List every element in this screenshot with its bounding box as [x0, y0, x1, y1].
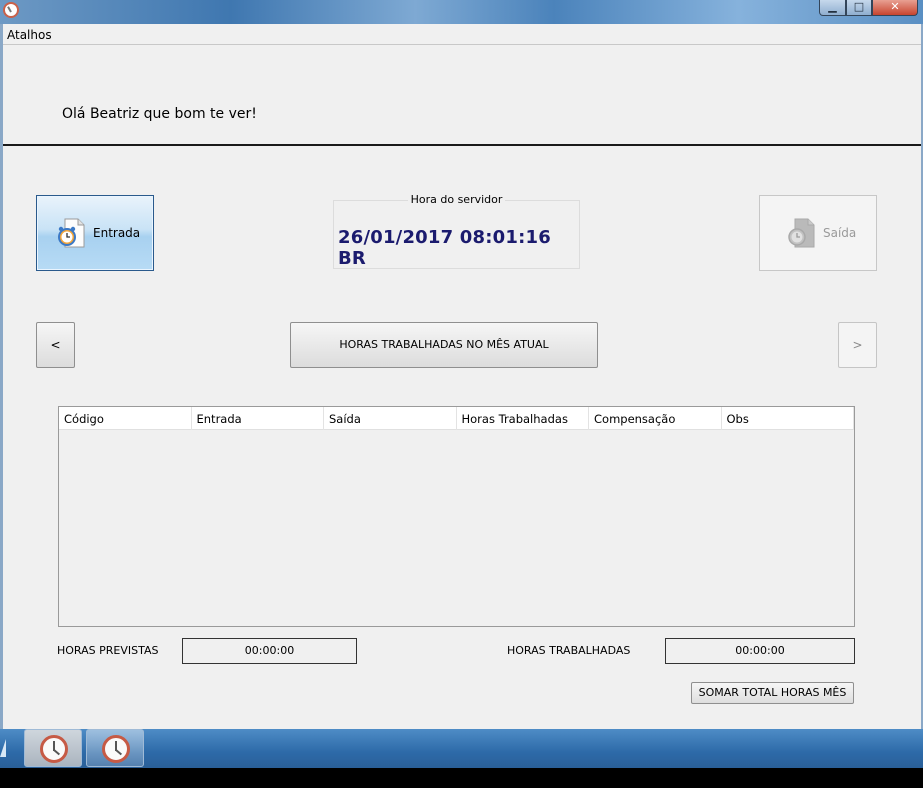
column-header-horas-trabalhadas[interactable]: Horas Trabalhadas — [457, 407, 589, 430]
server-time-value: 26/01/2017 08:01:16 BR — [338, 227, 551, 269]
app-window: Atalhos Olá Beatriz que bom te ver! Entr… — [0, 24, 923, 729]
column-header-obs[interactable]: Obs — [722, 407, 854, 430]
app-clock-icon[interactable] — [3, 2, 19, 18]
column-header-entrada[interactable]: Entrada — [192, 407, 324, 430]
menu-bar: Atalhos — [3, 26, 921, 45]
server-time-group: Hora do servidor 26/01/2017 08:01:16 BR — [333, 193, 580, 269]
horas-trabalhadas-field: 00:00:00 — [665, 638, 855, 664]
current-month-hours-button[interactable]: HORAS TRABALHADAS NO MÊS ATUAL — [290, 322, 598, 368]
column-header-saida[interactable]: Saída — [324, 407, 457, 430]
clock-icon — [40, 735, 68, 763]
greeting-panel: Olá Beatriz que bom te ver! — [3, 44, 921, 146]
hours-grid[interactable]: Código Entrada Saída Horas Trabalhadas C… — [58, 406, 855, 627]
saida-label: Saída — [823, 226, 857, 240]
saida-button[interactable]: Saída — [759, 195, 877, 271]
clock-document-icon — [788, 218, 815, 248]
taskbar-app-button-2[interactable] — [86, 729, 144, 767]
horas-previstas-label: HORAS PREVISTAS — [57, 644, 159, 657]
grid-header: Código Entrada Saída Horas Trabalhadas C… — [59, 407, 854, 430]
taskbar — [0, 729, 923, 768]
server-time-caption: Hora do servidor — [334, 193, 579, 206]
minimize-button[interactable]: ▁ — [819, 0, 846, 16]
start-edge-icon[interactable] — [0, 739, 6, 757]
entrada-label: Entrada — [93, 226, 141, 240]
maximize-button[interactable]: □ — [846, 0, 872, 16]
column-header-codigo[interactable]: Código — [59, 407, 192, 430]
alarm-clock-document-icon — [58, 218, 85, 248]
entrada-button[interactable]: Entrada — [36, 195, 154, 271]
next-month-button[interactable]: > — [838, 322, 877, 368]
greeting-text: Olá Beatriz que bom te ver! — [62, 106, 257, 122]
previous-month-button[interactable]: < — [36, 322, 75, 368]
close-button[interactable]: ✕ — [872, 0, 918, 16]
screen-bottom-strip — [0, 768, 923, 788]
horas-previstas-field: 00:00:00 — [182, 638, 357, 664]
somar-total-horas-button[interactable]: SOMAR TOTAL HORAS MÊS — [691, 682, 854, 704]
taskbar-app-button-1[interactable] — [24, 729, 82, 767]
horas-trabalhadas-label: HORAS TRABALHADAS — [507, 644, 631, 657]
menu-atalhos[interactable]: Atalhos — [7, 28, 52, 42]
window-titlebar: ▁ □ ✕ — [0, 0, 923, 24]
column-header-compensacao[interactable]: Compensação — [589, 407, 722, 430]
clock-icon — [102, 735, 130, 763]
